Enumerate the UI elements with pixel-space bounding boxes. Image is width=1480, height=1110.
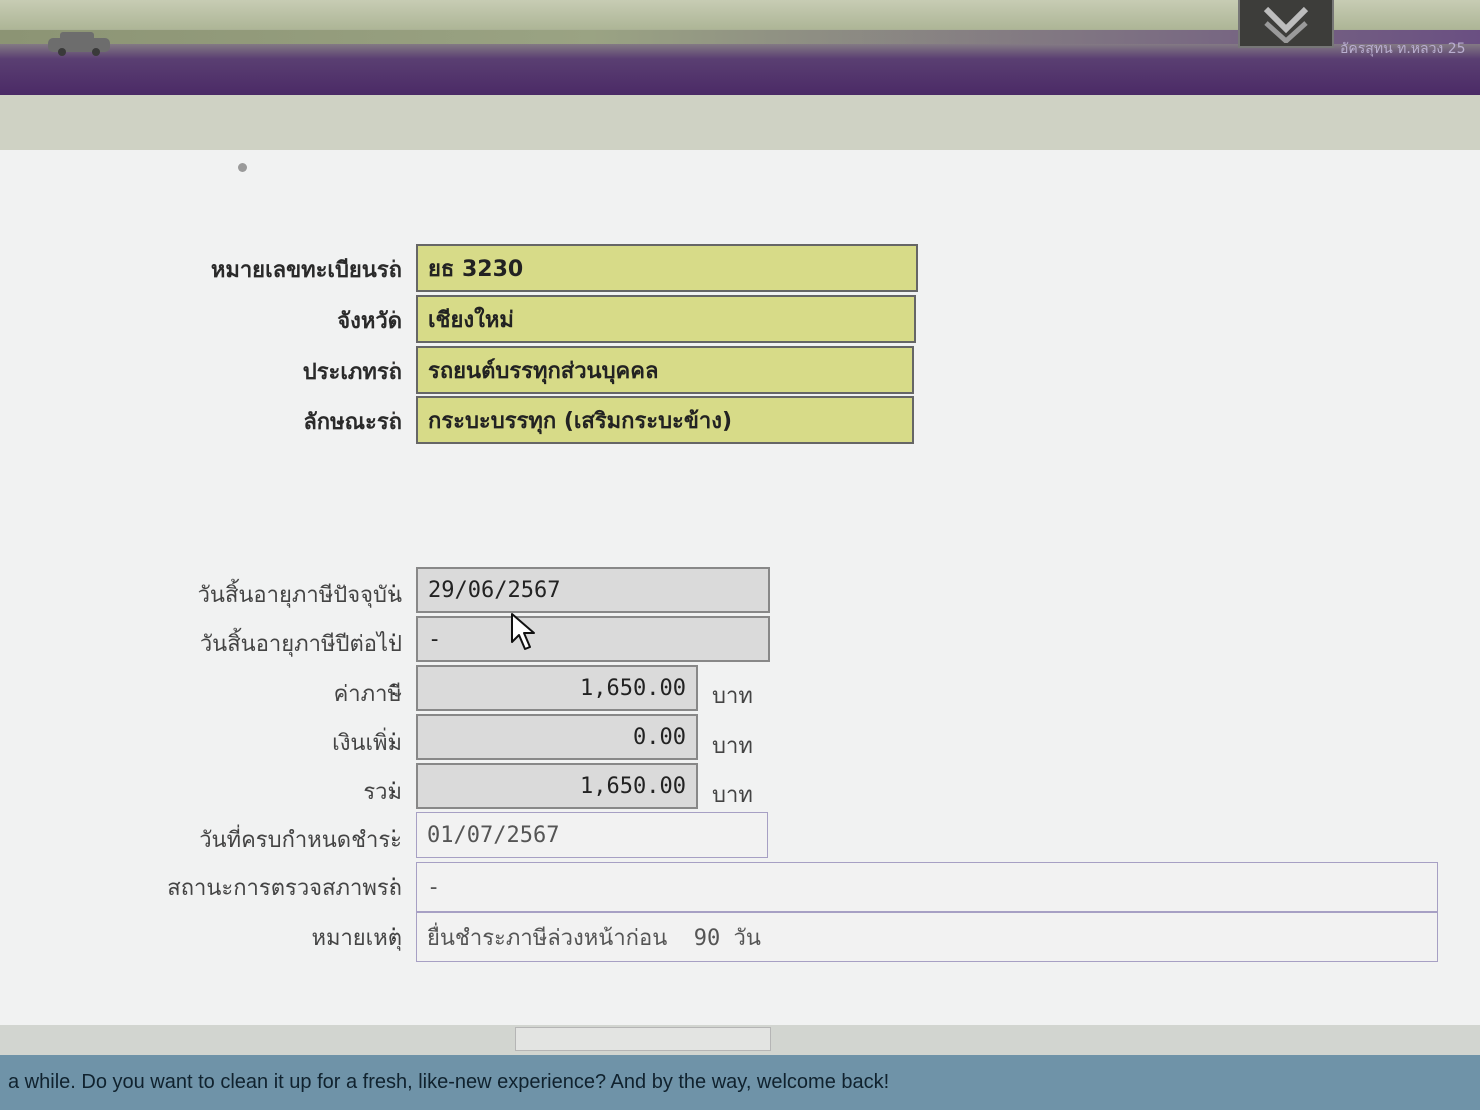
colon: : (390, 822, 398, 847)
next-expiry-label: วันสิ้นอายุภาษีปีต่อไป (199, 632, 402, 657)
chevron-down-icon (1263, 6, 1309, 43)
vehicle-style-label: ลักษณะรถ (303, 410, 402, 435)
subheader-band (0, 95, 1480, 150)
province-field: เชียงใหม่ (416, 295, 916, 343)
download-button[interactable] (1238, 0, 1334, 48)
notification-banner: a while. Do you want to clean it up for … (0, 1055, 1480, 1110)
colon: : (390, 252, 398, 277)
next-expiry-field: - (416, 616, 770, 662)
vehicle-type-field: รถยนต์บรรทุกส่วนบุคคล (416, 346, 914, 394)
header-right-text: อัครสุทน ท.หลวง 25 (1340, 41, 1466, 57)
app-header: อัครสุทน ท.หลวง 25 (0, 0, 1480, 95)
inspection-status-field: - (416, 862, 1438, 912)
surcharge-field: 0.00 (416, 714, 698, 760)
colon: : (390, 870, 398, 895)
current-expiry-label: วันสิ้นอายุภาษีปัจจุบัน (197, 583, 402, 608)
plate-field: ยธ 3230 (416, 244, 918, 292)
colon: : (390, 774, 398, 799)
vehicle-style-field: กระบะบรรทุก (เสริมกระบะข้าง) (416, 396, 914, 444)
total-unit: บาท (712, 783, 753, 808)
remark-field: ยื่นชำระภาษีล่วงหน้าก่อน 90 วัน (416, 912, 1438, 962)
due-date-field: 01/07/2567 (416, 812, 768, 858)
vehicle-type-label: ประเภทรถ (302, 360, 402, 385)
colon: : (390, 920, 398, 945)
current-expiry-field: 29/06/2567 (416, 567, 770, 613)
plate-label: หมายเลขทะเบียนรถ (210, 258, 402, 283)
due-date-label: วันที่ครบกำหนดชำระ (199, 828, 402, 853)
colon: : (390, 676, 398, 701)
colon: : (390, 626, 398, 651)
action-button[interactable] (515, 1027, 771, 1051)
surcharge-unit: บาท (712, 734, 753, 759)
inspection-status-label: สถานะการตรวจสภาพรถ (167, 876, 402, 901)
tax-amount-unit: บาท (712, 684, 753, 709)
colon: : (390, 404, 398, 429)
colon: : (390, 577, 398, 602)
colon: : (390, 725, 398, 750)
total-field: 1,650.00 (416, 763, 698, 809)
bullet-dot (238, 163, 247, 172)
colon: : (390, 354, 398, 379)
car-logo-icon (48, 32, 110, 56)
colon: : (390, 303, 398, 328)
remark-label: หมายเหตุ (311, 926, 402, 951)
mouse-cursor-icon (511, 613, 535, 650)
tax-amount-field: 1,650.00 (416, 665, 698, 711)
